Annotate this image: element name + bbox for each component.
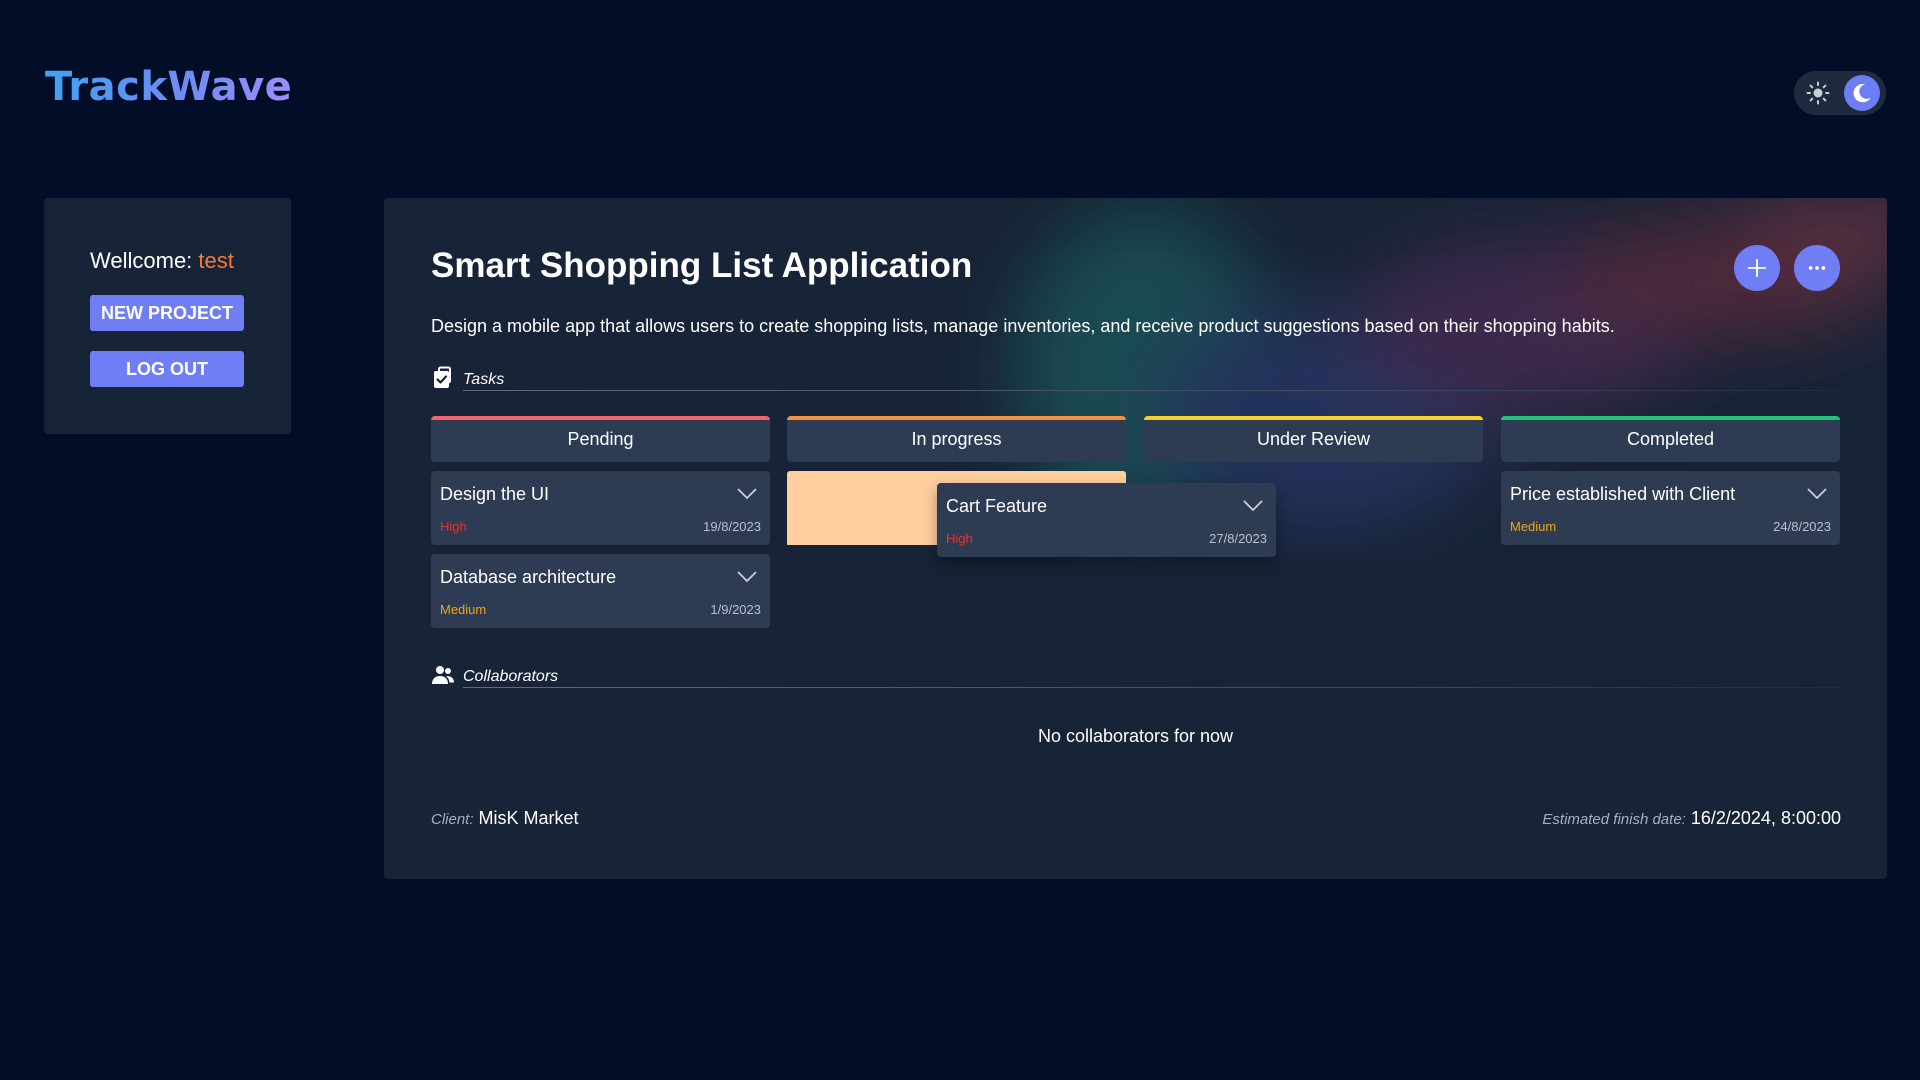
- task-date: 19/8/2023: [703, 519, 761, 534]
- column-status-bar: [787, 416, 1126, 420]
- username: test: [198, 248, 234, 273]
- task-title: Design the UI: [440, 484, 550, 504]
- chevron-down-icon[interactable]: [736, 570, 758, 584]
- new-project-button[interactable]: NEW PROJECT: [90, 295, 244, 331]
- project-title: Smart Shopping List Application: [431, 246, 973, 285]
- finish-date-value: 16/2/2024, 8:00:00: [1690, 808, 1841, 828]
- task-date: 27/8/2023: [1209, 531, 1267, 546]
- column-under-review: Under Review: [1144, 416, 1483, 462]
- column-header-completed: Completed: [1501, 416, 1840, 462]
- task-priority: High: [946, 531, 973, 546]
- client-info: Client: MisK Market: [431, 808, 579, 829]
- collaborators-label: Collaborators: [463, 668, 559, 685]
- column-header-pending: Pending: [431, 416, 770, 462]
- column-header-in-progress: In progress: [787, 416, 1126, 462]
- welcome-label: Wellcome:: [90, 248, 193, 273]
- column-title: Completed: [1626, 428, 1715, 449]
- task-priority: Medium: [440, 602, 487, 617]
- tasks-divider: [463, 390, 1841, 391]
- chevron-down-icon[interactable]: [1806, 487, 1828, 501]
- clipboard-check-icon: [434, 366, 451, 388]
- chevron-down-icon[interactable]: [1242, 499, 1264, 513]
- client-label: Client:: [431, 811, 474, 828]
- task-title: Cart Feature: [946, 496, 1048, 516]
- column-title: Pending: [567, 428, 634, 449]
- column-completed: Completed: [1501, 416, 1840, 462]
- task-title: Price established with Client: [1510, 484, 1736, 504]
- welcome-message: Wellcome: test: [90, 248, 234, 274]
- finish-date-info: Estimated finish date: 16/2/2024, 8:00:0…: [1542, 808, 1841, 829]
- tasks-section-header: Tasks: [431, 366, 1841, 392]
- moon-icon: [1853, 83, 1871, 103]
- project-panel: Smart Shopping List Application Design a…: [384, 198, 1887, 879]
- dark-mode-knob[interactable]: [1844, 75, 1880, 111]
- column-header-under-review: Under Review: [1144, 416, 1483, 462]
- tasks-label: Tasks: [463, 371, 505, 388]
- collaborators-divider: [463, 687, 1841, 688]
- task-card-dragging[interactable]: Cart Feature High 27/8/2023: [937, 483, 1276, 557]
- task-priority: High: [440, 519, 467, 534]
- chevron-down-icon[interactable]: [736, 487, 758, 501]
- task-card[interactable]: Database architecture Medium 1/9/2023: [431, 554, 770, 628]
- task-date: 24/8/2023: [1773, 519, 1831, 534]
- column-status-bar: [1144, 416, 1483, 420]
- task-date: 1/9/2023: [710, 602, 761, 617]
- column-status-bar: [1501, 416, 1840, 420]
- page: TrackWave Wellcome: test NEW PROJECT LOG…: [0, 0, 1920, 1080]
- collaborators-section-header: Collaborators: [431, 663, 1841, 689]
- theme-toggle[interactable]: [1794, 71, 1886, 115]
- column-in-progress: In progress: [787, 416, 1126, 462]
- more-options-button[interactable]: [1794, 245, 1840, 291]
- plus-icon: [1747, 258, 1767, 278]
- sun-icon[interactable]: [1806, 81, 1830, 105]
- task-card[interactable]: Design the UI High 19/8/2023: [431, 471, 770, 545]
- users-icon: [432, 666, 454, 684]
- logout-button[interactable]: LOG OUT: [90, 351, 244, 387]
- ellipsis-icon: [1808, 266, 1826, 270]
- add-task-button[interactable]: [1734, 245, 1780, 291]
- column-title: Under Review: [1256, 428, 1371, 449]
- empty-collaborators-message: No collaborators for now: [1037, 726, 1234, 746]
- client-value: MisK Market: [478, 808, 579, 828]
- task-title: Database architecture: [440, 567, 617, 587]
- column-title: In progress: [911, 428, 1002, 449]
- sidebar: Wellcome: test NEW PROJECT LOG OUT: [44, 198, 291, 434]
- app-logo[interactable]: TrackWave: [45, 64, 292, 110]
- project-description: Design a mobile app that allows users to…: [431, 316, 1615, 336]
- column-status-bar: [431, 416, 770, 420]
- task-priority: Medium: [1510, 519, 1557, 534]
- task-card[interactable]: Price established with Client Medium 24/…: [1501, 471, 1840, 545]
- column-pending: Pending: [431, 416, 770, 462]
- finish-date-label: Estimated finish date:: [1542, 811, 1686, 828]
